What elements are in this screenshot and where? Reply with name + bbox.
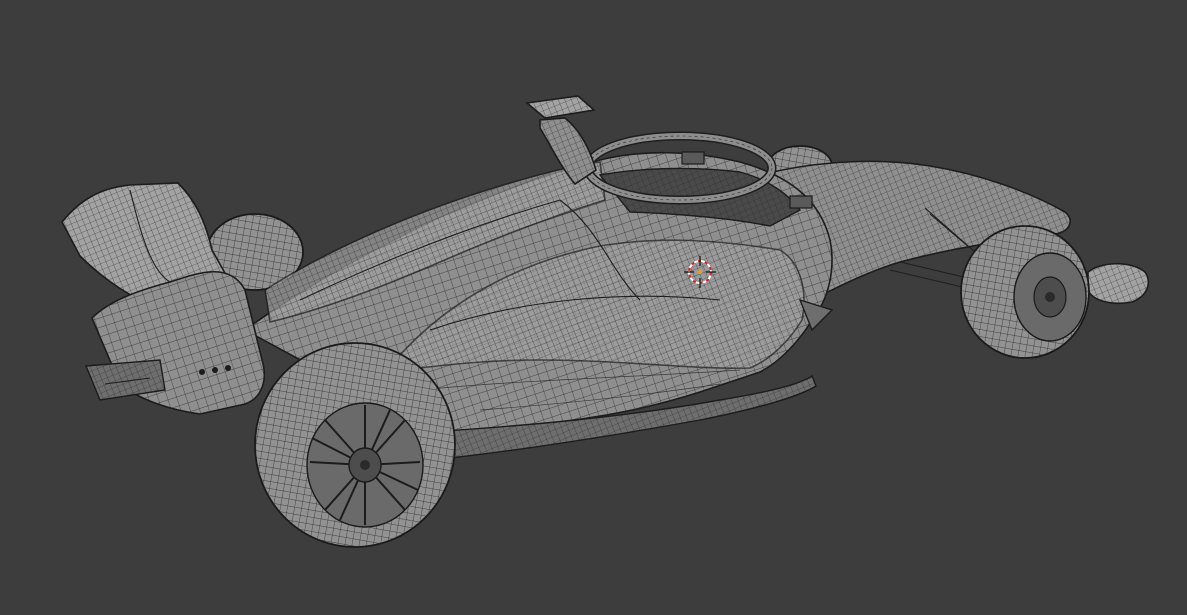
- car-wireframe-model[interactable]: [0, 0, 1187, 615]
- endplate-hole: [199, 369, 205, 375]
- mirror-right: [789, 195, 813, 209]
- front-right-tire: [960, 225, 1090, 359]
- 3d-viewport[interactable]: [0, 0, 1187, 615]
- front-wing: [1087, 262, 1149, 305]
- mirror-left: [681, 151, 705, 165]
- rear-right-tire: [254, 342, 456, 548]
